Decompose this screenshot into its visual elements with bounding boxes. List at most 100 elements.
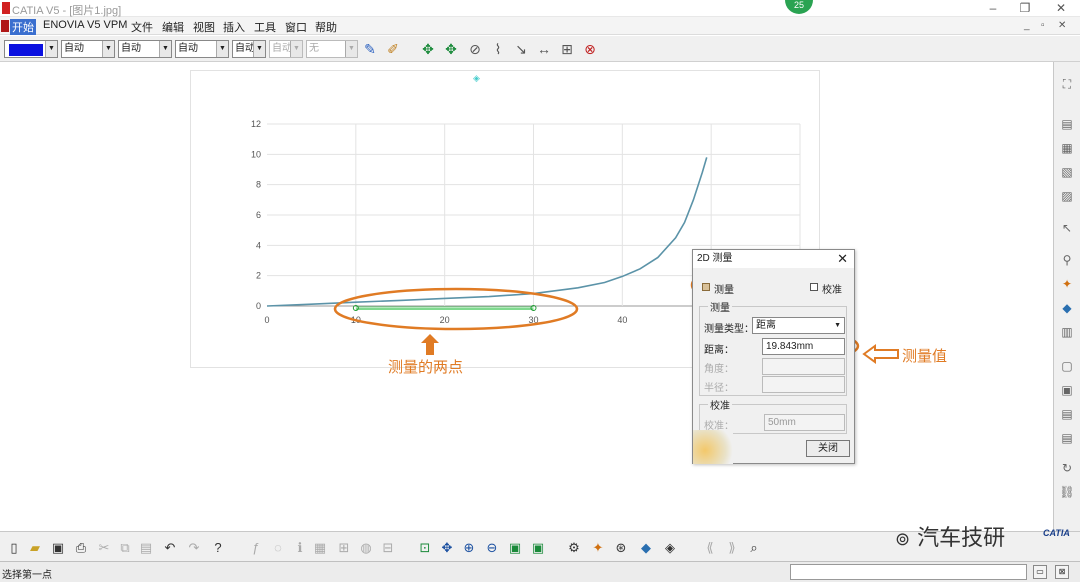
menu-tools[interactable]: 工具	[252, 19, 278, 35]
frame-icon[interactable]: ▣	[1059, 382, 1075, 398]
delete-icon[interactable]: ⊗	[582, 41, 598, 57]
normal-view-icon[interactable]: ▣	[507, 540, 523, 556]
whats-this-icon[interactable]: ?	[210, 540, 226, 556]
distance-field[interactable]: 19.843mm	[762, 338, 845, 355]
menu-enovia[interactable]: ENOVIA V5 VPM	[41, 19, 129, 31]
fit-all-icon[interactable]: ⊡	[417, 540, 433, 556]
view-icon[interactable]: ▦	[1059, 140, 1075, 156]
point-combo[interactable]: 自动 ▼	[232, 40, 266, 58]
catia-logo: CATIA	[1043, 528, 1070, 538]
calibrate-checkbox[interactable]	[810, 283, 818, 291]
pan-icon[interactable]: ✥	[420, 41, 436, 57]
pan-view-icon[interactable]: ✥	[439, 540, 455, 556]
text-icon[interactable]: ▤	[1059, 406, 1075, 422]
keyboard-icon[interactable]: ▭	[1033, 565, 1047, 579]
chevron-down-icon[interactable]: ▼	[834, 318, 841, 333]
catalog-icon[interactable]: ⊞	[336, 540, 352, 556]
wechat-watermark: ⊚ 汽车技研	[895, 520, 1005, 552]
painter-icon[interactable]: ✎	[362, 41, 378, 57]
menu-view[interactable]: 视图	[191, 19, 217, 35]
zoom-in-icon[interactable]: ⊕	[461, 540, 477, 556]
analysis-icon[interactable]: ◆	[1059, 300, 1075, 316]
paste-icon[interactable]: ▤	[138, 540, 154, 556]
menu-window[interactable]: 窗口	[283, 19, 309, 35]
transparency-combo[interactable]: 自动 ▼	[61, 40, 115, 58]
chevron-down-icon[interactable]: ▼	[45, 41, 57, 57]
section-icon[interactable]: ▨	[1059, 188, 1075, 204]
first-page-icon[interactable]: ⟪	[702, 540, 718, 556]
menu-file[interactable]: 文件	[129, 19, 155, 35]
chevron-down-icon[interactable]: ▼	[253, 41, 265, 57]
zoom-out-icon[interactable]: ⊖	[484, 540, 500, 556]
measure-type-select[interactable]: 距离 ▼	[752, 317, 845, 334]
comment-icon[interactable]: ◌	[270, 540, 286, 556]
render-style-icon[interactable]: ◆	[638, 540, 654, 556]
open-icon[interactable]: ▰	[27, 540, 43, 556]
close-button[interactable]: 关闭	[806, 440, 850, 457]
layout-icon[interactable]: ▢	[1059, 358, 1075, 374]
sketch-tools-icon[interactable]: ✦	[590, 540, 606, 556]
restore-icon[interactable]: ❐	[1018, 1, 1032, 15]
copy-icon[interactable]: ⧉	[117, 540, 133, 556]
settings-gear-icon[interactable]: ⚙	[566, 540, 582, 556]
link-icon[interactable]: ⛓	[1059, 484, 1075, 500]
pin-icon[interactable]: ◍	[358, 540, 374, 556]
title-bar: CATIA V5 - [图片1.jpg] 25 – ❐ ✕	[0, 0, 1080, 17]
dialog-close-icon[interactable]: ✕	[837, 250, 848, 268]
select-icon[interactable]: ⛶	[1059, 76, 1075, 92]
chevron-down-icon[interactable]: ▼	[159, 41, 171, 57]
menu-insert[interactable]: 插入	[221, 19, 247, 35]
measure-checkbox[interactable]	[702, 283, 710, 291]
snap-icon[interactable]: ↘	[513, 41, 529, 57]
stop-icon[interactable]: ⊠	[1055, 565, 1069, 579]
menu-help[interactable]: 帮助	[313, 19, 339, 35]
constraint-icon[interactable]: ⚲	[1059, 252, 1075, 268]
pointer-icon[interactable]: ↖	[1059, 220, 1075, 236]
table-icon[interactable]: ▥	[1059, 324, 1075, 340]
menu-start[interactable]: 开始	[10, 19, 36, 35]
linetype-combo[interactable]: 自动 ▼	[175, 40, 229, 58]
sheet-icon[interactable]: ▤	[1059, 116, 1075, 132]
dimension-icon[interactable]: ↔	[536, 41, 552, 57]
drawing-canvas[interactable]: ◈	[0, 62, 1050, 530]
table-edit-icon[interactable]: ▦	[312, 540, 328, 556]
hide-show-icon[interactable]: ◈	[662, 540, 678, 556]
calibration-group-label: 校准	[708, 397, 732, 412]
mdi-restore-icon[interactable]: ▫	[1041, 20, 1045, 31]
wand-icon[interactable]: ⌇	[490, 41, 506, 57]
close-window-icon[interactable]: ✕	[1054, 1, 1068, 15]
annotation-icon[interactable]: ▤	[1059, 430, 1075, 446]
redo-icon[interactable]: ↷	[186, 540, 202, 556]
print-icon[interactable]: ⎙	[73, 540, 89, 556]
properties-brush-icon[interactable]: ✐	[385, 41, 401, 57]
search-icon[interactable]: ⌕	[746, 540, 762, 556]
info-icon[interactable]: ℹ	[292, 540, 308, 556]
remove-icon[interactable]: ⊘	[467, 41, 483, 57]
mdi-minimize-icon[interactable]: _	[1024, 20, 1030, 31]
chevron-down-icon[interactable]: ▼	[102, 41, 114, 57]
grid-icon[interactable]: ⊛	[613, 540, 629, 556]
save-icon[interactable]: ▣	[50, 540, 66, 556]
mdi-close-icon[interactable]: ✕	[1058, 20, 1066, 31]
detail-icon[interactable]: ▧	[1059, 164, 1075, 180]
formula-icon[interactable]: ƒ	[248, 540, 264, 556]
color-combo[interactable]: ▼	[4, 40, 58, 58]
cut-icon[interactable]: ✂	[96, 540, 112, 556]
command-input[interactable]	[790, 564, 1027, 580]
zoom-area-icon[interactable]: ▣	[530, 540, 546, 556]
new-icon[interactable]: ▯	[6, 540, 22, 556]
tree-icon[interactable]: ⊟	[380, 540, 396, 556]
minimize-icon[interactable]: –	[986, 1, 1000, 15]
rotate-icon[interactable]: ↻	[1059, 460, 1075, 476]
radius-field	[762, 376, 845, 393]
menu-edit[interactable]: 编辑	[160, 19, 186, 35]
chevron-down-icon[interactable]: ▼	[216, 41, 228, 57]
move-icon[interactable]: ✥	[443, 41, 459, 57]
ruler-icon[interactable]: ⊞	[559, 41, 575, 57]
tools-icon[interactable]: ✦	[1059, 276, 1075, 292]
last-page-icon[interactable]: ⟫	[724, 540, 740, 556]
undo-icon[interactable]: ↶	[162, 540, 178, 556]
document-icon[interactable]	[1, 20, 9, 32]
linewidth-combo[interactable]: 自动 ▼	[118, 40, 172, 58]
catia-app-icon	[2, 2, 10, 14]
